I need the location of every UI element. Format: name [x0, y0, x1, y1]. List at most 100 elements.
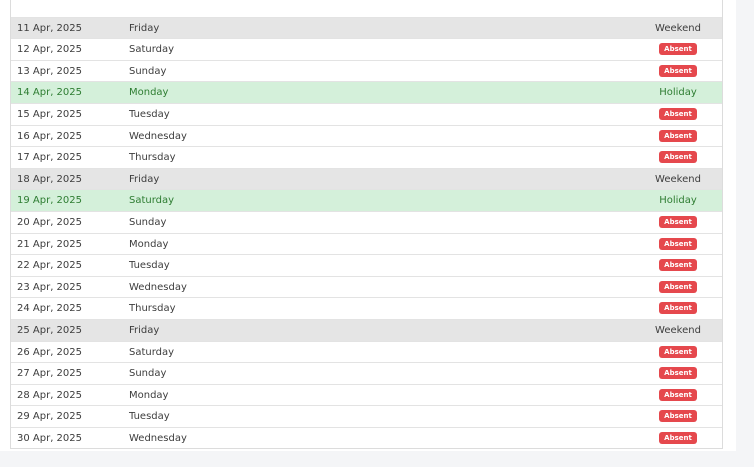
status-cell: Absent [634, 255, 722, 276]
day-cell: Saturday [129, 44, 175, 56]
date-cell: 28 Apr, 2025 [17, 389, 83, 401]
status-cell: Absent [634, 277, 722, 298]
status-cell: Weekend [634, 320, 722, 341]
absent-badge: Absent [659, 107, 697, 120]
status-cell: Absent [634, 39, 722, 60]
absent-badge: Absent [659, 302, 697, 315]
table-row: 22 Apr, 2025 Tuesday Absent [11, 254, 722, 276]
date-cell: 13 Apr, 2025 [17, 65, 83, 77]
status-cell: Absent [634, 298, 722, 319]
absent-badge: Absent [659, 215, 697, 228]
absent-badge: Absent [659, 43, 697, 56]
status-cell: Weekend [634, 18, 722, 39]
status-text: Holiday [659, 87, 697, 99]
date-cell: 23 Apr, 2025 [17, 281, 83, 293]
date-cell: 15 Apr, 2025 [17, 108, 83, 120]
table-row: 20 Apr, 2025 Sunday Absent [11, 210, 722, 233]
status-cell: Absent [634, 104, 722, 125]
status-text: Weekend [655, 22, 701, 34]
status-cell: Absent [634, 126, 722, 147]
table-row: 25 Apr, 2025 Friday Weekend [11, 318, 722, 341]
status-cell: Absent [634, 234, 722, 255]
table-row: 19 Apr, 2025 Saturday Holiday [11, 189, 722, 211]
day-cell: Wednesday [129, 130, 187, 142]
day-cell: Sunday [129, 65, 167, 77]
date-cell: 25 Apr, 2025 [17, 324, 83, 336]
day-cell: Tuesday [129, 108, 170, 120]
date-cell: 29 Apr, 2025 [17, 411, 83, 423]
table-row: 15 Apr, 2025 Tuesday Absent [11, 102, 722, 125]
day-cell: Sunday [129, 216, 167, 228]
day-cell: Tuesday [129, 260, 170, 272]
table-row: 14 Apr, 2025 Monday Holiday [11, 81, 722, 103]
day-cell: Thursday [129, 303, 176, 315]
table-row: 24 Apr, 2025 Thursday Absent [11, 297, 722, 319]
status-text: Weekend [655, 173, 701, 185]
date-cell: 17 Apr, 2025 [17, 152, 83, 164]
day-cell: Friday [129, 22, 160, 34]
absent-badge: Absent [659, 259, 697, 272]
attendance-table: 11 Apr, 2025 Friday Weekend 12 Apr, 2025 Sat… [10, 0, 723, 450]
day-cell: Friday [129, 324, 160, 336]
status-text: Weekend [655, 324, 701, 336]
date-cell: 19 Apr, 2025 [17, 195, 83, 207]
absent-badge: Absent [659, 237, 697, 250]
attendance-card: 11 Apr, 2025 Friday Weekend 12 Apr, 2025 Sat… [0, 0, 736, 451]
absent-badge: Absent [659, 431, 697, 444]
day-cell: Monday [129, 389, 169, 401]
date-cell: 11 Apr, 2025 [17, 22, 83, 34]
day-cell: Friday [129, 173, 160, 185]
date-cell: 21 Apr, 2025 [17, 238, 83, 250]
table-row: 12 Apr, 2025 Saturday Absent [11, 38, 722, 60]
table-row: 16 Apr, 2025 Wednesday Absent [11, 124, 722, 147]
table-row: 21 Apr, 2025 Monday Absent [11, 232, 722, 255]
date-cell: 18 Apr, 2025 [17, 173, 83, 185]
date-cell: 20 Apr, 2025 [17, 216, 83, 228]
absent-badge: Absent [659, 388, 697, 401]
table-row: 17 Apr, 2025 Thursday Absent [11, 146, 722, 168]
table-row: 18 Apr, 2025 Friday Weekend [11, 167, 722, 190]
status-cell: Holiday [634, 82, 722, 103]
status-cell: Absent [634, 428, 722, 449]
absent-badge: Absent [659, 367, 697, 380]
absent-badge: Absent [659, 129, 697, 142]
table-row: 30 Apr, 2025 Wednesday Absent [11, 426, 722, 449]
status-cell: Absent [634, 385, 722, 406]
table-row: 11 Apr, 2025 Friday Weekend [11, 16, 722, 39]
date-cell: 27 Apr, 2025 [17, 368, 83, 380]
absent-badge: Absent [659, 345, 697, 358]
table-row [11, 0, 722, 17]
day-cell: Thursday [129, 152, 176, 164]
status-cell: Absent [634, 342, 722, 363]
date-cell: 26 Apr, 2025 [17, 346, 83, 358]
date-cell: 14 Apr, 2025 [17, 87, 83, 99]
status-cell: Absent [634, 212, 722, 233]
table-row: 23 Apr, 2025 Wednesday Absent [11, 275, 722, 298]
table-row: 26 Apr, 2025 Saturday Absent [11, 340, 722, 363]
table-row: 29 Apr, 2025 Tuesday Absent [11, 405, 722, 427]
date-cell: 24 Apr, 2025 [17, 303, 83, 315]
absent-badge: Absent [659, 410, 697, 423]
day-cell: Saturday [129, 195, 175, 207]
absent-badge: Absent [659, 151, 697, 164]
status-cell: Holiday [634, 190, 722, 211]
day-cell: Monday [129, 238, 169, 250]
day-cell: Sunday [129, 368, 167, 380]
absent-badge: Absent [659, 280, 697, 293]
date-cell: 22 Apr, 2025 [17, 260, 83, 272]
day-cell: Wednesday [129, 432, 187, 444]
day-cell: Monday [129, 87, 169, 99]
status-cell: Absent [634, 61, 722, 82]
date-cell: 30 Apr, 2025 [17, 432, 83, 444]
table-row: 28 Apr, 2025 Monday Absent [11, 383, 722, 406]
absent-badge: Absent [659, 64, 697, 77]
status-cell: Absent [634, 363, 722, 384]
status-cell: Absent [634, 406, 722, 427]
table-row: 13 Apr, 2025 Sunday Absent [11, 59, 722, 82]
date-cell: 16 Apr, 2025 [17, 130, 83, 142]
day-cell: Saturday [129, 346, 175, 358]
status-cell: Absent [634, 147, 722, 168]
day-cell: Wednesday [129, 281, 187, 293]
table-row: 27 Apr, 2025 Sunday Absent [11, 362, 722, 384]
date-cell: 12 Apr, 2025 [17, 44, 83, 56]
